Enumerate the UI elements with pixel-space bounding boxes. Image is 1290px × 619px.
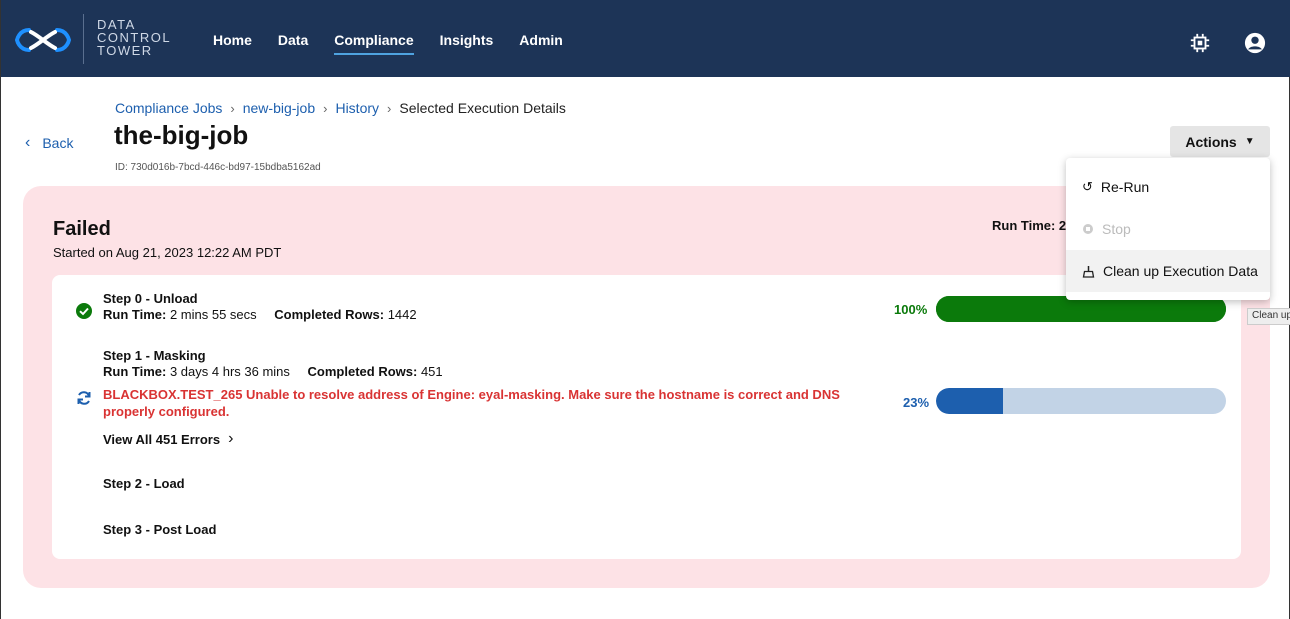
logo-icon[interactable] bbox=[15, 26, 71, 54]
nav-insights[interactable]: Insights bbox=[440, 32, 494, 48]
step-meta: Run Time: 3 days 4 hrs 36 mins Completed… bbox=[103, 364, 443, 379]
menu-item-label: Clean up Execution Data bbox=[1103, 263, 1258, 279]
execution-status: Failed bbox=[53, 218, 111, 240]
step-row: Step 0 - Unload Run Time: 2 mins 55 secs… bbox=[103, 291, 417, 322]
logo-line: TOWER bbox=[97, 43, 153, 58]
step-row: Step 2 - Load bbox=[103, 476, 185, 491]
chevron-right-icon: › bbox=[230, 100, 235, 116]
runtime-value: 3 days 4 hrs 36 mins bbox=[169, 364, 290, 379]
nav-admin[interactable]: Admin bbox=[519, 32, 563, 48]
stop-icon bbox=[1083, 224, 1093, 234]
execution-started: Started on Aug 21, 2023 12:22 AM PDT bbox=[53, 245, 282, 260]
account-icon[interactable] bbox=[1244, 32, 1266, 54]
step-name: Step 1 - Masking bbox=[103, 348, 206, 363]
sync-icon bbox=[77, 391, 91, 405]
logo-divider bbox=[83, 14, 84, 64]
job-id: ID: 730d016b-7bcd-446c-bd97-15bdba5162ad bbox=[115, 162, 321, 173]
view-errors-label: View All 451 Errors bbox=[103, 431, 221, 447]
view-all-errors-link[interactable]: View All 451 Errors › bbox=[103, 430, 233, 448]
menu-item-cleanup[interactable]: Clean up Execution Data bbox=[1066, 250, 1270, 292]
runtime-label: Run Time: bbox=[103, 307, 167, 322]
progress-percent: 23% bbox=[903, 395, 930, 410]
actions-menu: ↺ Re-Run Stop Clean up Execution Data bbox=[1066, 158, 1270, 300]
execution-runtime: Run Time: 2 bbox=[992, 218, 1067, 233]
app-window: DATA CONTROL TOWER Home Data Compliance … bbox=[0, 0, 1290, 619]
breadcrumb-current: Selected Execution Details bbox=[399, 100, 566, 116]
actions-button[interactable]: Actions ▼ bbox=[1170, 126, 1270, 157]
rows-label: Completed Rows: bbox=[307, 364, 418, 379]
chevron-right-icon: › bbox=[323, 100, 328, 116]
top-nav-bar: DATA CONTROL TOWER Home Data Compliance … bbox=[1, 0, 1290, 77]
step-error-message: BLACKBOX.TEST_265 Unable to resolve addr… bbox=[103, 387, 840, 419]
check-circle-icon bbox=[76, 303, 92, 319]
nav-compliance[interactable]: Compliance bbox=[334, 32, 414, 55]
breadcrumb-history[interactable]: History bbox=[335, 100, 379, 116]
main-nav: Home Data Compliance Insights Admin bbox=[213, 32, 589, 55]
nav-data[interactable]: Data bbox=[278, 32, 308, 48]
menu-item-label: Re-Run bbox=[1100, 179, 1150, 195]
back-button[interactable]: ‹ Back bbox=[25, 134, 73, 152]
progress-percent: 100% bbox=[894, 302, 928, 317]
rows-value: 451 bbox=[420, 364, 443, 379]
step-row: Step 1 - Masking Run Time: 3 days 4 hrs … bbox=[103, 348, 443, 379]
runtime-label: Run Time: bbox=[103, 364, 167, 379]
runtime-value: 2 mins 55 secs bbox=[169, 307, 257, 322]
chip-icon[interactable] bbox=[1189, 32, 1211, 54]
nav-home[interactable]: Home bbox=[213, 32, 252, 48]
step-name: Step 3 - Post Load bbox=[103, 522, 217, 537]
chevron-left-icon: ‹ bbox=[25, 134, 31, 151]
step-row: Step 3 - Post Load bbox=[103, 522, 216, 537]
actions-label: Actions bbox=[1185, 133, 1237, 150]
step-name: Step 2 - Load bbox=[103, 476, 185, 491]
page-title: the-big-job bbox=[114, 120, 249, 150]
rows-value: 1442 bbox=[387, 307, 417, 322]
menu-item-stop: Stop bbox=[1066, 208, 1270, 250]
caret-down-icon: ▼ bbox=[1244, 136, 1255, 147]
menu-item-rerun[interactable]: ↺ Re-Run bbox=[1066, 166, 1270, 208]
logo-wordmark: DATA CONTROL TOWER bbox=[97, 18, 171, 57]
tooltip: Clean up bbox=[1247, 308, 1290, 325]
chevron-right-icon: › bbox=[228, 430, 234, 447]
rows-label: Completed Rows: bbox=[274, 307, 385, 322]
breadcrumb: Compliance Jobs › new-big-job › History … bbox=[115, 100, 566, 116]
chevron-right-icon: › bbox=[387, 100, 392, 116]
progress-bar bbox=[936, 388, 1226, 414]
broom-icon bbox=[1082, 265, 1095, 278]
step-meta: Run Time: 2 mins 55 secs Completed Rows:… bbox=[103, 307, 417, 322]
rerun-icon: ↺ bbox=[1082, 179, 1093, 194]
breadcrumb-job[interactable]: new-big-job bbox=[243, 100, 315, 116]
step-name: Step 0 - Unload bbox=[103, 291, 198, 306]
back-label: Back bbox=[42, 135, 74, 151]
menu-item-label: Stop bbox=[1102, 221, 1131, 237]
progress-fill bbox=[936, 388, 1003, 414]
breadcrumb-compliance-jobs[interactable]: Compliance Jobs bbox=[115, 100, 222, 116]
